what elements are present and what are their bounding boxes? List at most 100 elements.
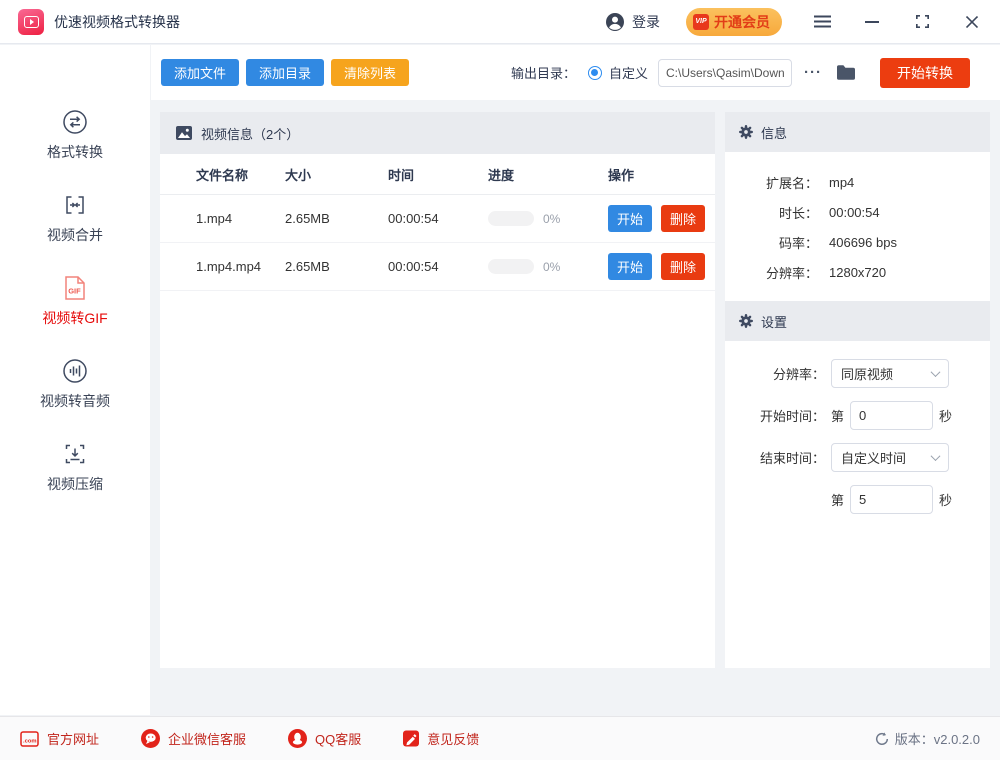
cell-time: 00:00:54 xyxy=(388,259,488,274)
video-to-gif-icon: GIF xyxy=(63,275,87,301)
start-prefix: 第 xyxy=(831,406,844,425)
vip-label: 开通会员 xyxy=(714,12,770,32)
output-path-input[interactable] xyxy=(658,59,792,87)
row-start-button[interactable]: 开始 xyxy=(608,253,652,280)
close-icon xyxy=(966,16,978,28)
settings-section-header: 设置 xyxy=(725,301,990,341)
end-seconds-input[interactable] xyxy=(850,485,933,514)
app-window: 优速视频格式转换器 登录 VIP 开通会员 xyxy=(0,0,1000,760)
resolution-dropdown[interactable]: 同原视频 xyxy=(831,359,949,388)
close-button[interactable] xyxy=(962,12,982,32)
cell-time: 00:00:54 xyxy=(388,211,488,226)
video-compress-icon xyxy=(62,441,88,467)
vip-icon: VIP xyxy=(693,14,709,30)
vip-upgrade-button[interactable]: VIP 开通会员 xyxy=(686,8,782,36)
footer: .com 官方网址 企业微信客服 QQ客服 意见反馈 版本：v2.0.2.0 xyxy=(0,716,1000,760)
sidebar-item-format-convert[interactable]: 格式转换 xyxy=(47,109,103,162)
sidebar-item-video-merge[interactable]: 视频合并 xyxy=(47,192,103,245)
col-filename: 文件名称 xyxy=(196,165,285,184)
info-row-duration: 时长： 00:00:54 xyxy=(725,197,990,227)
table-column-headers: 文件名称 大小 时间 进度 操作 xyxy=(160,154,715,195)
app-logo-icon xyxy=(18,9,44,35)
login-label: 登录 xyxy=(632,12,660,32)
info-section-header: 信息 xyxy=(725,112,990,152)
open-folder-button[interactable] xyxy=(836,64,856,81)
settings-section-title: 设置 xyxy=(761,312,787,331)
end-prefix: 第 xyxy=(831,490,844,509)
login-button[interactable]: 登录 xyxy=(605,12,660,32)
settings-form: 分辨率： 同原视频 开始时间： 第 秒 结束时间： 自定义时间 xyxy=(725,341,990,514)
col-progress: 进度 xyxy=(488,165,608,184)
progress-bar xyxy=(488,211,534,226)
row-delete-button[interactable]: 删除 xyxy=(661,205,705,232)
progress-percent: 0% xyxy=(543,260,560,274)
video-to-audio-icon xyxy=(62,358,88,384)
add-dir-button[interactable]: 添加目录 xyxy=(246,59,324,86)
video-merge-icon xyxy=(62,192,88,218)
cell-size: 2.65MB xyxy=(285,211,388,226)
sidebar-item-label: 视频转GIF xyxy=(42,308,107,328)
table-row[interactable]: 1.mp4.mp4 2.65MB 00:00:54 0% 开始 删除 xyxy=(160,243,715,291)
app-title: 优速视频格式转换器 xyxy=(54,12,180,32)
end-mode-dropdown[interactable]: 自定义时间 xyxy=(831,443,949,472)
video-list-header: 视频信息（2个） xyxy=(160,112,715,154)
end-suffix: 秒 xyxy=(939,490,952,509)
gear-icon xyxy=(739,125,753,139)
qq-support-link[interactable]: QQ客服 xyxy=(288,729,361,748)
custom-dir-radio[interactable] xyxy=(588,66,602,80)
website-icon: .com xyxy=(20,731,39,747)
row-delete-button[interactable]: 删除 xyxy=(661,253,705,280)
cell-filename: 1.mp4 xyxy=(196,211,285,226)
resolution-label: 分辨率： xyxy=(725,364,825,383)
output-dir-label: 输出目录： xyxy=(511,63,576,82)
format-convert-icon xyxy=(62,109,88,135)
sidebar-item-label: 视频合并 xyxy=(47,225,103,245)
start-convert-button[interactable]: 开始转换 xyxy=(880,58,970,88)
clear-list-button[interactable]: 清除列表 xyxy=(331,59,409,86)
image-icon xyxy=(176,126,192,140)
setting-row-start-time: 开始时间： 第 秒 xyxy=(725,401,990,430)
video-list-title: 视频信息（2个） xyxy=(201,124,299,143)
row-start-button[interactable]: 开始 xyxy=(608,205,652,232)
browse-more-button[interactable]: ··· xyxy=(804,64,822,81)
toolbar: 添加文件 添加目录 清除列表 输出目录： 自定义 ··· 开始转换 xyxy=(151,45,1000,100)
sidebar: 格式转换 视频合并 GIF 视频转GIF 视频转音频 视频压缩 xyxy=(0,45,150,715)
folder-icon xyxy=(836,64,856,81)
cell-size: 2.65MB xyxy=(285,259,388,274)
setting-row-resolution: 分辨率： 同原视频 xyxy=(725,359,990,388)
maximize-button[interactable] xyxy=(912,12,932,32)
svg-text:GIF: GIF xyxy=(68,287,81,296)
wechat-support-link[interactable]: 企业微信客服 xyxy=(141,729,246,748)
col-actions: 操作 xyxy=(608,165,634,184)
add-file-button[interactable]: 添加文件 xyxy=(161,59,239,86)
info-section-title: 信息 xyxy=(761,123,787,142)
maximize-icon xyxy=(916,15,929,28)
sidebar-item-label: 视频转音频 xyxy=(40,391,110,411)
info-row-bitrate: 码率： 406696 bps xyxy=(725,227,990,257)
progress-bar xyxy=(488,259,534,274)
minimize-icon xyxy=(865,21,879,23)
info-row-extension: 扩展名： mp4 xyxy=(725,167,990,197)
info-list: 扩展名： mp4 时长： 00:00:54 码率： 406696 bps 分辨率… xyxy=(725,152,990,301)
sidebar-item-video-to-gif[interactable]: GIF 视频转GIF xyxy=(42,275,107,328)
sidebar-item-video-compress[interactable]: 视频压缩 xyxy=(47,441,103,494)
setting-row-end-time: 结束时间： 自定义时间 xyxy=(725,443,990,472)
hamburger-icon xyxy=(814,15,831,28)
refresh-icon xyxy=(875,732,889,746)
setting-row-end-seconds: 第 秒 xyxy=(725,485,990,514)
titlebar: 优速视频格式转换器 登录 VIP 开通会员 xyxy=(0,0,1000,44)
official-site-link[interactable]: .com 官方网址 xyxy=(20,729,99,748)
version-text: 版本：v2.0.2.0 xyxy=(895,729,980,748)
col-size: 大小 xyxy=(285,165,388,184)
chevron-down-icon xyxy=(931,367,941,377)
minimize-button[interactable] xyxy=(862,12,882,32)
start-seconds-input[interactable] xyxy=(850,401,933,430)
feedback-link[interactable]: 意见反馈 xyxy=(403,729,479,748)
menu-button[interactable] xyxy=(812,12,832,32)
end-time-label: 结束时间： xyxy=(725,448,825,467)
cell-filename: 1.mp4.mp4 xyxy=(196,259,285,274)
table-row[interactable]: 1.mp4 2.65MB 00:00:54 0% 开始 删除 xyxy=(160,195,715,243)
feedback-icon xyxy=(403,730,419,747)
info-row-resolution: 分辨率： 1280x720 xyxy=(725,257,990,287)
sidebar-item-video-to-audio[interactable]: 视频转音频 xyxy=(40,358,110,411)
